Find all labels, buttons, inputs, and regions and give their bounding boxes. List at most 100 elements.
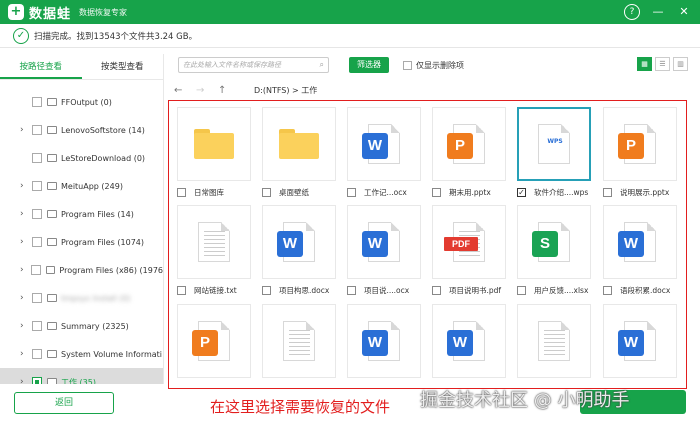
tree-checkbox[interactable] [32,293,42,303]
file-checkbox[interactable] [347,187,356,197]
tree-item[interactable]: › MeituApp (249) [0,172,163,200]
folder-icon [45,266,56,274]
file-card[interactable]: P [177,304,251,378]
file-checkbox[interactable] [177,285,186,295]
file-card[interactable]: W [347,304,421,378]
file-checkbox[interactable] [262,285,271,295]
file-checkbox[interactable] [603,187,612,197]
tree-checkbox[interactable] [32,321,42,331]
file-checkbox[interactable] [347,285,356,295]
grid-view-icon[interactable]: ▦ [637,57,652,71]
file-card[interactable] [177,107,251,181]
tree-item-label: Program Files (14) [61,209,134,219]
file-card[interactable]: WPS [517,107,591,181]
help-icon[interactable]: ? [624,4,640,20]
tree-checkbox[interactable] [32,97,42,107]
file-card[interactable] [517,304,591,378]
file-checkbox[interactable]: ✓ [517,187,526,197]
minimize-icon[interactable]: — [650,4,666,20]
file-card[interactable]: P [432,107,506,181]
folder-icon [47,378,57,384]
file-checkbox[interactable] [177,187,186,197]
file-card[interactable]: W [432,304,506,378]
chevron-right-icon[interactable]: › [20,265,29,275]
word-doc-icon: W [618,321,656,361]
nav-forward-icon[interactable]: → [196,85,208,96]
search-input[interactable]: 在此处输入文件名称或保存路径 ⌕ [178,57,329,73]
nav-back-icon[interactable]: ← [174,85,186,96]
file-card[interactable]: S [517,205,591,279]
tree-item[interactable]: › Program Files (1074) [0,228,163,256]
file-caption: 语段积累.docx [603,283,686,297]
tree-item-label: Summary (2325) [61,321,129,331]
view-switcher: ▦ ☰ ▥ [637,57,688,71]
list-view-icon[interactable]: ☰ [655,57,670,71]
file-name: 项目构思.docx [279,285,330,295]
tree-item[interactable]: › Summary (2325) [0,312,163,340]
tree-item[interactable]: › 工作 (35) [0,368,163,384]
tab-by-type[interactable]: 按类型查看 [82,54,164,79]
file-card[interactable] [177,205,251,279]
detail-view-icon[interactable]: ▥ [673,57,688,71]
folder-icon [47,350,57,358]
chevron-right-icon[interactable]: › [20,125,30,135]
file-name: 工作记...ocx [364,187,407,197]
file-card[interactable]: W [347,107,421,181]
filter-button[interactable]: 筛选器 [349,57,389,73]
file-card[interactable]: PDF [432,205,506,279]
file-checkbox[interactable] [432,187,441,197]
tree-item[interactable]: ›FFOutput (0) [0,88,163,116]
tab-by-path[interactable]: 按路径查看 [0,54,82,79]
chevron-right-icon[interactable]: › [20,181,30,191]
file-card[interactable]: W [603,304,677,378]
tree-checkbox[interactable] [32,349,42,359]
only-deleted-toggle[interactable]: 仅显示删除项 [403,60,464,71]
back-button[interactable]: 返回 [14,392,114,414]
chevron-right-icon[interactable]: › [20,321,30,331]
annotation-text: 在这里选择需要恢复的文件 [210,398,391,416]
only-deleted-checkbox[interactable] [403,60,412,70]
file-card[interactable] [262,107,336,181]
file-checkbox[interactable] [517,285,526,295]
file-name: 语段积累.docx [620,285,671,295]
close-icon[interactable]: ✕ [676,4,692,20]
file-checkbox[interactable] [262,187,271,197]
file-card[interactable] [262,304,336,378]
chevron-right-icon[interactable]: › [20,349,30,359]
title-bar: + 数据蛙 数据恢复专家 ? — ✕ [0,0,700,24]
search-icon[interactable]: ⌕ [320,60,324,70]
tree-item[interactable]: › Program Files (x86) (1976 [0,256,163,284]
tree-checkbox[interactable] [32,237,42,247]
file-card[interactable]: P [603,107,677,181]
chevron-right-icon[interactable]: › [20,377,30,384]
path-bar: ← → ↑ D:(NTFS) > 工作 [164,81,700,99]
tree-item[interactable]: › Program Files (14) [0,200,163,228]
tree-item[interactable]: › System Volume Informati [0,340,163,368]
tree-checkbox[interactable] [32,153,42,163]
tree-item[interactable]: › tmpsys Install (0) [0,284,163,312]
file-checkbox[interactable] [432,285,441,295]
tree-item[interactable]: ›LeStoreDownload (0) [0,144,163,172]
chevron-right-icon[interactable]: › [20,293,30,303]
file-checkbox[interactable] [603,285,612,295]
tree-checkbox[interactable] [32,181,42,191]
chevron-right-icon[interactable]: › [20,209,30,219]
folder-icon [47,294,57,302]
tree-checkbox[interactable] [32,377,42,384]
chevron-right-icon[interactable]: › [20,237,30,247]
file-toolbar: 在此处输入文件名称或保存路径 ⌕ 筛选器 仅显示删除项 ▦ ☰ ▥ [178,55,688,75]
tree-checkbox[interactable] [32,125,42,135]
file-card[interactable]: W [603,205,677,279]
file-card[interactable]: W [347,205,421,279]
app-subtitle: 数据恢复专家 [79,7,128,17]
spreadsheet-doc-icon: S [532,222,570,262]
tree-checkbox[interactable] [31,265,41,275]
tree-item[interactable]: › LenovoSoftstore (14) [0,116,163,144]
file-card[interactable]: W [262,205,336,279]
tree-item-label: Program Files (x86) (1976 [59,265,163,275]
folder-icon [47,154,57,162]
nav-up-icon[interactable]: ↑ [218,85,230,96]
tree-checkbox[interactable] [32,209,42,219]
file-name: 日常图库 [194,187,224,197]
frog-logo-icon: + [8,4,24,20]
